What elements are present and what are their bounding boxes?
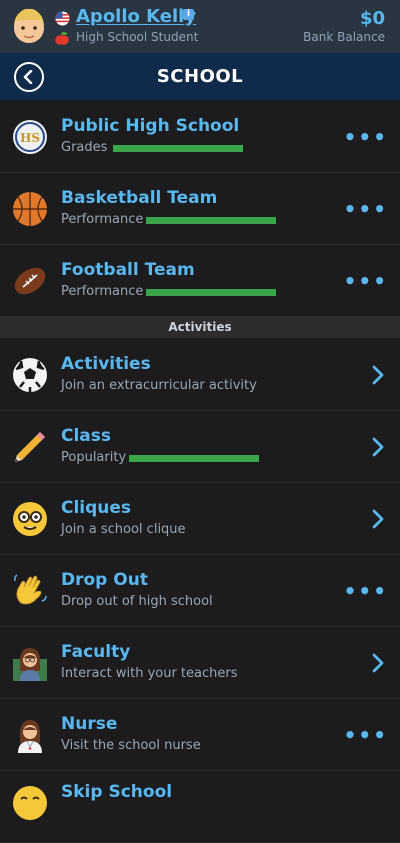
- row-subtitle: Performance: [61, 212, 144, 227]
- teacher-icon: [13, 648, 47, 681]
- bank-balance-value[interactable]: $0: [360, 8, 385, 29]
- list-item-nurse[interactable]: Nurse Visit the school nurse •••: [0, 699, 400, 771]
- apple-icon: [55, 31, 69, 45]
- section-header-activities: Activities: [0, 316, 400, 338]
- list-item-basketball-team[interactable]: Basketball Team Performance •••: [0, 173, 400, 245]
- page-title: SCHOOL: [156, 66, 244, 87]
- chevron-right-icon[interactable]: [372, 365, 384, 385]
- nurse-icon: [18, 720, 42, 753]
- sneaky-face-icon: [13, 786, 47, 820]
- more-options-icon[interactable]: •••: [344, 579, 388, 603]
- list-item-activities[interactable]: Activities Join an extracurricular activ…: [0, 339, 400, 411]
- list-item-public-high-school[interactable]: HS Public High School Grades •••: [0, 101, 400, 173]
- performance-progress-bar: [146, 217, 276, 224]
- row-title: Activities: [61, 354, 151, 374]
- chevron-right-icon[interactable]: [372, 437, 384, 457]
- row-title: Public High School: [61, 116, 240, 136]
- svg-text:HS: HS: [20, 131, 40, 145]
- waving-hand-icon: [14, 574, 47, 605]
- pencil-icon: [15, 432, 45, 462]
- grades-progress-bar: [113, 145, 243, 152]
- row-title: Skip School: [61, 782, 173, 802]
- row-title: Basketball Team: [61, 188, 218, 208]
- player-occupation: High School Student: [76, 30, 199, 44]
- row-subtitle: Visit the school nurse: [61, 738, 201, 753]
- performance-progress-bar: [146, 289, 276, 296]
- more-options-icon[interactable]: •••: [344, 197, 388, 221]
- row-subtitle: Popularity: [61, 450, 127, 465]
- row-subtitle: Drop out of high school: [61, 594, 213, 609]
- bank-balance-label: Bank Balance: [303, 30, 385, 44]
- row-subtitle: Join an extracurricular activity: [61, 378, 257, 393]
- list-item-football-team[interactable]: Football Team Performance •••: [0, 245, 400, 317]
- row-title: Class: [61, 426, 112, 446]
- row-title: Cliques: [61, 498, 132, 518]
- row-title: Nurse: [61, 714, 118, 734]
- us-flag-icon: [55, 11, 70, 26]
- row-subtitle: Performance: [61, 284, 144, 299]
- chevron-right-icon[interactable]: [372, 509, 384, 529]
- list-item-class[interactable]: Class Popularity: [0, 411, 400, 483]
- profile-header: Apollo Kelly i High School Student $0 Ba…: [0, 0, 400, 53]
- row-subtitle: Grades: [61, 140, 108, 155]
- chevron-right-icon[interactable]: [372, 653, 384, 673]
- title-bar: SCHOOL: [0, 53, 400, 100]
- school-crest-icon: HS: [13, 120, 47, 154]
- list-item-cliques[interactable]: Cliques Join a school clique: [0, 483, 400, 555]
- row-title: Drop Out: [61, 570, 148, 590]
- row-title: Football Team: [61, 260, 195, 280]
- popularity-progress-bar: [129, 455, 259, 462]
- more-options-icon[interactable]: •••: [344, 723, 388, 747]
- row-subtitle: Join a school clique: [61, 522, 186, 537]
- basketball-icon: [13, 192, 47, 226]
- more-options-icon[interactable]: •••: [344, 125, 388, 149]
- nerd-face-icon: [13, 502, 47, 536]
- football-icon: [14, 267, 46, 295]
- player-name-link[interactable]: Apollo Kelly: [76, 6, 196, 27]
- row-subtitle: Interact with your teachers: [61, 666, 238, 681]
- row-title: Faculty: [61, 642, 131, 662]
- list-item-skip-school[interactable]: Skip School: [0, 771, 400, 843]
- soccer-ball-icon: [13, 358, 47, 392]
- info-badge-icon[interactable]: i: [183, 9, 194, 20]
- more-options-icon[interactable]: •••: [344, 269, 388, 293]
- list-item-faculty[interactable]: Faculty Interact with your teachers: [0, 627, 400, 699]
- list-item-drop-out[interactable]: Drop Out Drop out of high school •••: [0, 555, 400, 627]
- avatar[interactable]: [10, 6, 48, 46]
